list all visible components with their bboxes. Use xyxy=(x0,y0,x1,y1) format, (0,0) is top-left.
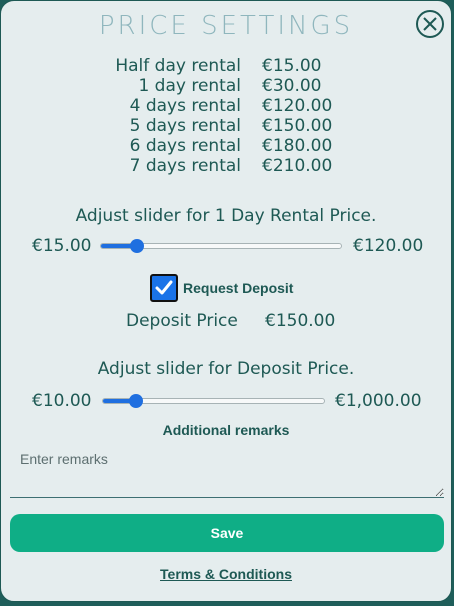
rate-row: 6 days rental €180.00 xyxy=(1,136,451,156)
rental-price-slider-row: €15.00 €120.00 xyxy=(1,236,451,256)
rate-price: €180.00 xyxy=(262,136,333,156)
rental-price-slider[interactable] xyxy=(100,239,342,253)
rate-label: 7 days rental xyxy=(129,156,241,176)
rate-price: €30.00 xyxy=(262,76,322,96)
rental-slider-max: €120.00 xyxy=(353,236,424,256)
page-title: PRICE SETTINGS xyxy=(98,11,354,41)
remarks-title: Additional remarks xyxy=(162,422,290,438)
rate-label: 4 days rental xyxy=(129,96,241,116)
request-deposit-label: Request Deposit xyxy=(183,280,294,296)
rate-label: 1 day rental xyxy=(138,76,241,96)
rate-label: 6 days rental xyxy=(129,136,241,156)
rental-slider-caption: Adjust slider for 1 Day Rental Price. xyxy=(75,206,377,226)
rate-price: €150.00 xyxy=(262,116,333,136)
rate-price: €15.00 xyxy=(262,56,322,76)
rate-row: Half day rental €15.00 xyxy=(1,56,451,76)
rate-price: €210.00 xyxy=(262,156,333,176)
deposit-price-slider-row: €10.00 €1,000.00 xyxy=(1,391,451,411)
rate-row: 4 days rental €120.00 xyxy=(1,96,451,116)
deposit-price-value: €150.00 xyxy=(265,311,336,331)
slider-thumb[interactable] xyxy=(130,239,144,253)
rate-label: Half day rental xyxy=(115,56,241,76)
deposit-slider-caption: Adjust slider for Deposit Price. xyxy=(97,359,355,379)
rate-price: €120.00 xyxy=(262,96,333,116)
close-icon xyxy=(423,17,437,31)
rate-row: 7 days rental €210.00 xyxy=(1,156,451,176)
checkmark-icon xyxy=(155,280,173,295)
save-button[interactable]: Save xyxy=(10,514,444,552)
deposit-price-row: Deposit Price €150.00 xyxy=(1,311,451,331)
deposit-slider-min: €10.00 xyxy=(32,391,92,411)
close-button[interactable] xyxy=(416,10,444,38)
rental-rates-list: Half day rental €15.00 1 day rental €30.… xyxy=(1,56,451,176)
rate-label: 5 days rental xyxy=(129,116,241,136)
terms-link[interactable]: Terms & Conditions xyxy=(1,566,451,582)
price-settings-panel: PRICE SETTINGS Half day rental €15.00 1 … xyxy=(0,0,452,602)
rate-row: 5 days rental €150.00 xyxy=(1,116,451,136)
slider-thumb[interactable] xyxy=(129,394,144,408)
remarks-input[interactable] xyxy=(10,443,444,498)
request-deposit-checkbox[interactable] xyxy=(150,274,178,302)
rental-slider-min: €15.00 xyxy=(32,236,92,256)
deposit-slider-max: €1,000.00 xyxy=(335,391,422,411)
deposit-price-label: Deposit Price xyxy=(126,311,238,331)
deposit-price-slider[interactable] xyxy=(102,394,325,408)
rate-row: 1 day rental €30.00 xyxy=(1,76,451,96)
